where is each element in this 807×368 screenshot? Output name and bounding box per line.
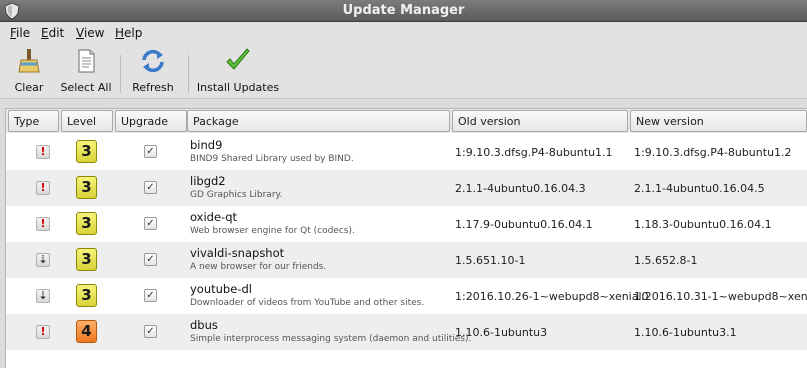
package-description: GD Graphics Library. xyxy=(190,190,283,200)
toolbar: Clear Select All Refresh Install Updates xyxy=(0,43,807,99)
window-title: Update Manager xyxy=(342,3,465,18)
column-new-version[interactable]: New version xyxy=(630,110,807,132)
security-update-icon: ! xyxy=(36,181,50,195)
upgrade-checkbox[interactable]: ✓ xyxy=(144,325,157,338)
package-update-icon: ⇣ xyxy=(36,253,50,267)
clear-button[interactable]: Clear xyxy=(6,45,52,97)
menu-edit[interactable]: Edit xyxy=(41,26,64,40)
toolbar-separator xyxy=(188,55,189,93)
updates-table: Type Level Upgrade Package Old version N… xyxy=(5,108,807,368)
package-description: A new browser for our friends. xyxy=(190,262,327,272)
upgrade-checkbox[interactable]: ✓ xyxy=(144,217,157,230)
level-badge: 3 xyxy=(76,140,97,163)
title-bar: Update Manager xyxy=(0,0,807,22)
package-name: bind9 xyxy=(190,138,223,152)
package-description: Web browser engine for Qt (codecs). xyxy=(190,226,355,236)
table-row[interactable]: ⇣ 3 ✓ vivaldi-snapshot A new browser for… xyxy=(6,242,807,278)
install-updates-button[interactable]: Install Updates xyxy=(196,45,280,97)
package-name: dbus xyxy=(190,318,218,332)
package-description: Downloader of videos from YouTube and ot… xyxy=(190,298,425,308)
refresh-button[interactable]: Refresh xyxy=(128,45,178,97)
package-name: oxide-qt xyxy=(190,210,238,224)
select-all-button[interactable]: Select All xyxy=(58,45,114,97)
table-row[interactable]: ! 3 ✓ bind9 BIND9 Shared Library used by… xyxy=(6,134,807,170)
level-badge: 3 xyxy=(76,284,97,307)
package-description: BIND9 Shared Library used by BIND. xyxy=(190,154,354,164)
refresh-icon xyxy=(142,49,164,73)
package-name: vivaldi-snapshot xyxy=(190,246,285,260)
level-badge: 3 xyxy=(76,176,97,199)
column-old-version[interactable]: Old version xyxy=(452,110,628,132)
upgrade-checkbox[interactable]: ✓ xyxy=(144,181,157,194)
old-version: 1.17.9-0ubuntu0.16.04.1 xyxy=(455,218,593,231)
menu-file[interactable]: File xyxy=(10,26,30,40)
package-name: youtube-dl xyxy=(190,282,252,296)
package-description: Simple interprocess messaging system (da… xyxy=(190,334,472,344)
checkmark-icon xyxy=(226,48,250,70)
table-header: Type Level Upgrade Package Old version N… xyxy=(6,109,807,133)
upgrade-checkbox[interactable]: ✓ xyxy=(144,289,157,302)
new-version: 1.18.3-0ubuntu0.16.04.1 xyxy=(634,218,772,231)
old-version: 1.5.651.10-1 xyxy=(455,254,526,267)
upgrade-checkbox[interactable]: ✓ xyxy=(144,253,157,266)
security-update-icon: ! xyxy=(36,217,50,231)
menu-view[interactable]: View xyxy=(76,26,104,40)
old-version: 1.10.6-1ubuntu3 xyxy=(455,326,548,339)
menu-bar: File Edit View Help xyxy=(0,22,807,43)
old-version: 1:9.10.3.dfsg.P4-8ubuntu1.1 xyxy=(455,146,613,159)
level-badge: 3 xyxy=(76,212,97,235)
new-version: 1:9.10.3.dfsg.P4-8ubuntu1.2 xyxy=(634,146,792,159)
level-badge: 4 xyxy=(76,320,97,343)
menu-help[interactable]: Help xyxy=(115,26,142,40)
security-update-icon: ! xyxy=(36,325,50,339)
new-version: 1.10.6-1ubuntu3.1 xyxy=(634,326,737,339)
package-update-icon: ⇣ xyxy=(36,289,50,303)
old-version: 1:2016.10.26-1~webupd8~xenial0 xyxy=(455,290,649,303)
broom-icon xyxy=(18,49,40,73)
new-version: 1:2016.10.31-1~webupd8~xenial0 xyxy=(634,290,807,303)
package-name: libgd2 xyxy=(190,174,226,188)
level-badge: 3 xyxy=(76,248,97,271)
document-icon xyxy=(78,49,95,73)
new-version: 2.1.1-4ubuntu0.16.04.5 xyxy=(634,182,765,195)
old-version: 2.1.1-4ubuntu0.16.04.3 xyxy=(455,182,586,195)
column-package[interactable]: Package xyxy=(187,110,450,132)
security-update-icon: ! xyxy=(36,145,50,159)
toolbar-separator xyxy=(120,55,121,93)
table-row[interactable]: ! 4 ✓ dbus Simple interprocess messaging… xyxy=(6,314,807,350)
column-upgrade[interactable]: Upgrade xyxy=(115,110,187,132)
table-row[interactable]: ! 3 ✓ libgd2 GD Graphics Library. 2.1.1-… xyxy=(6,170,807,206)
new-version: 1.5.652.8-1 xyxy=(634,254,698,267)
upgrade-checkbox[interactable]: ✓ xyxy=(144,145,157,158)
column-type[interactable]: Type xyxy=(8,110,59,132)
column-level[interactable]: Level xyxy=(61,110,113,132)
table-row[interactable]: ! 3 ✓ oxide-qt Web browser engine for Qt… xyxy=(6,206,807,242)
table-row[interactable]: ⇣ 3 ✓ youtube-dl Downloader of videos fr… xyxy=(6,278,807,314)
